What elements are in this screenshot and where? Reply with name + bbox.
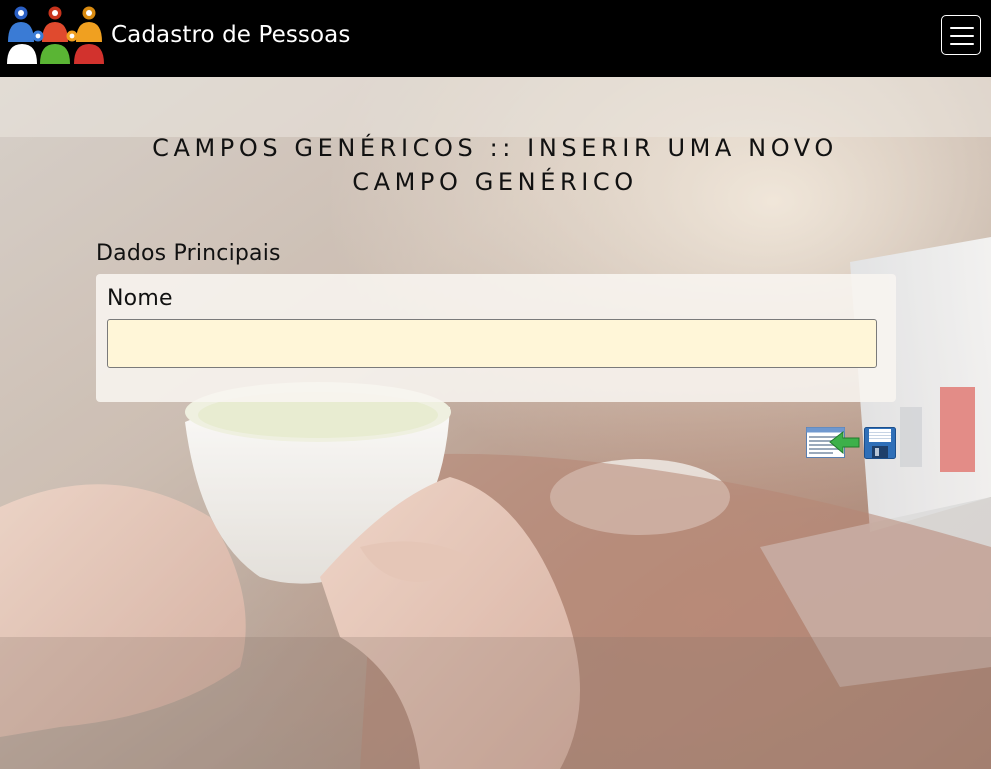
- save-floppy-icon: [864, 427, 896, 459]
- nome-label: Nome: [107, 286, 173, 311]
- people-group-logo: [7, 6, 104, 64]
- form-panel: Nome: [96, 274, 896, 402]
- top-navbar: Cadastro de Pessoas: [0, 0, 991, 77]
- app-title: Cadastro de Pessoas: [111, 22, 351, 48]
- page-title: CAMPOS GENÉRICOS :: INSERIR UMA NOVO CAM…: [152, 134, 838, 196]
- save-button[interactable]: [864, 427, 896, 462]
- back-to-list-icon: [806, 427, 860, 458]
- menu-toggle-button[interactable]: [941, 15, 981, 55]
- nome-input[interactable]: [107, 319, 877, 368]
- brand-link[interactable]: Cadastro de Pessoas: [4, 6, 350, 64]
- section-title-dados-principais: Dados Principais: [96, 241, 281, 266]
- form-actions: [806, 426, 896, 462]
- back-to-list-button[interactable]: [806, 426, 860, 462]
